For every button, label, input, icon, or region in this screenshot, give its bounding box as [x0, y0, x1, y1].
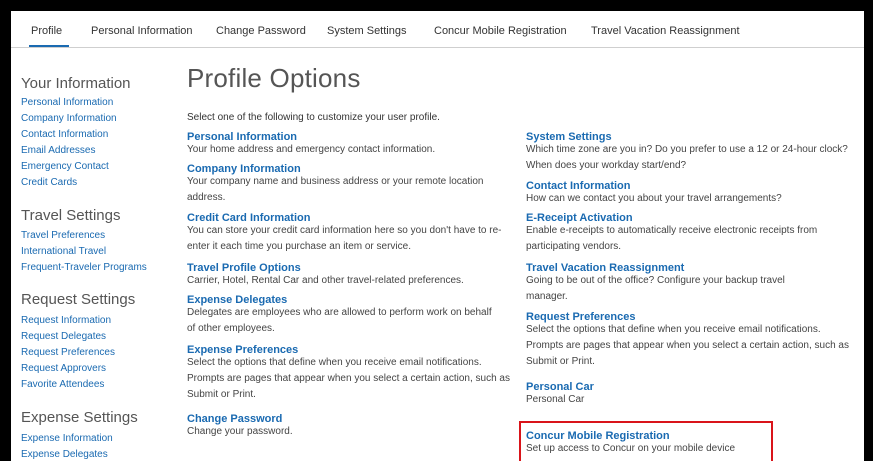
option-travel-vacation-reassignment-desc: Going to be out of the office? Configure…: [526, 275, 785, 302]
sidebar-link-emergency-contact[interactable]: Emergency Contact: [21, 161, 109, 172]
sidebar-link-expense-delegates[interactable]: Expense Delegates: [21, 449, 108, 460]
option-personal-information-desc: Your home address and emergency contact …: [187, 144, 436, 155]
sidebar-heading-travel-settings: Travel Settings: [21, 207, 121, 224]
sidebar-heading-your-information: Your Information: [21, 75, 131, 92]
sidebar-link-company-information[interactable]: Company Information: [21, 113, 117, 124]
tab-concur-mobile-registration[interactable]: Concur Mobile Registration: [434, 25, 567, 37]
option-system-settings-desc: Which time zone are you in? Do you prefe…: [526, 144, 848, 171]
active-tab-indicator: [29, 45, 69, 47]
sidebar-link-request-preferences[interactable]: Request Preferences: [21, 347, 115, 358]
sidebar-heading-request-settings: Request Settings: [21, 291, 136, 308]
option-credit-card-information-desc: You can store your credit card informati…: [187, 225, 502, 252]
sidebar-link-travel-preferences[interactable]: Travel Preferences: [21, 230, 105, 241]
sidebar-link-request-delegates[interactable]: Request Delegates: [21, 331, 106, 342]
tab-personal-information[interactable]: Personal Information: [91, 25, 193, 37]
sidebar-link-expense-information[interactable]: Expense Information: [21, 433, 113, 444]
sidebar-link-email-addresses[interactable]: Email Addresses: [21, 145, 95, 156]
sidebar-link-personal-information[interactable]: Personal Information: [21, 97, 113, 108]
option-contact-information-desc: How can we contact you about your travel…: [526, 193, 782, 204]
sidebar-heading-expense-settings: Expense Settings: [21, 409, 138, 426]
top-navigation: Profile Personal Information Change Pass…: [11, 11, 864, 48]
app-window: Profile Personal Information Change Pass…: [11, 11, 864, 461]
option-company-information-desc: Your company name and business address o…: [187, 176, 484, 203]
page-title: Profile Options: [187, 63, 361, 93]
sidebar-link-international-travel[interactable]: International Travel: [21, 246, 106, 257]
option-change-password-desc: Change your password.: [187, 426, 293, 437]
sidebar-link-credit-cards[interactable]: Credit Cards: [21, 177, 77, 188]
tab-system-settings[interactable]: System Settings: [327, 25, 406, 37]
option-request-preferences-desc: Select the options that define when you …: [526, 324, 849, 367]
option-expense-preferences-desc: Select the options that define when you …: [187, 357, 510, 400]
option-travel-profile-options-desc: Carrier, Hotel, Rental Car and other tra…: [187, 275, 464, 286]
highlight-box: [519, 421, 773, 461]
sidebar-link-request-information[interactable]: Request Information: [21, 315, 111, 326]
option-e-receipt-activation-desc: Enable e-receipts to automatically recei…: [526, 225, 818, 252]
tab-change-password[interactable]: Change Password: [216, 25, 306, 37]
option-personal-car-desc: Personal Car: [526, 394, 585, 405]
sidebar-link-frequent-traveler-programs[interactable]: Frequent-Traveler Programs: [21, 262, 147, 273]
tab-travel-vacation-reassignment[interactable]: Travel Vacation Reassignment: [591, 25, 740, 37]
sidebar-link-request-approvers[interactable]: Request Approvers: [21, 363, 106, 374]
sidebar-link-contact-information[interactable]: Contact Information: [21, 129, 108, 140]
tab-profile[interactable]: Profile: [31, 25, 62, 37]
sidebar-link-favorite-attendees[interactable]: Favorite Attendees: [21, 379, 104, 390]
option-expense-delegates-desc: Delegates are employees who are allowed …: [187, 307, 492, 334]
intro-text: Select one of the following to customize…: [187, 112, 440, 123]
